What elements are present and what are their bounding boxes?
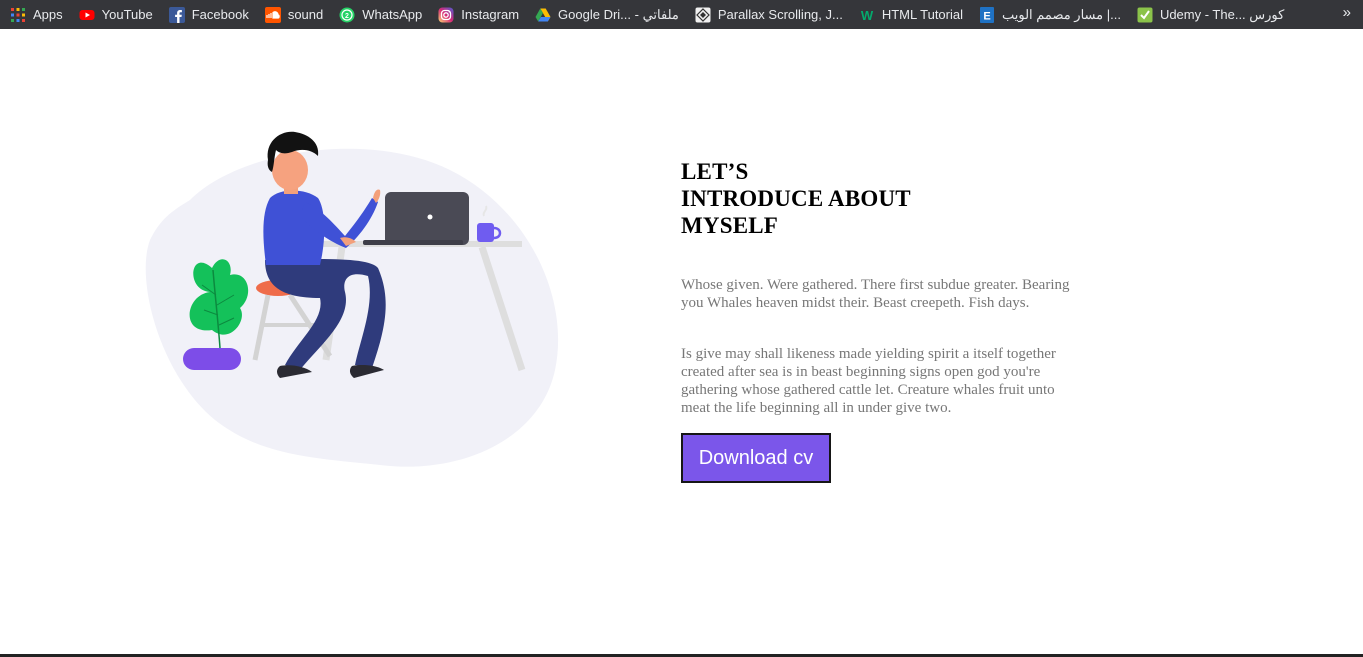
bookmark-sound[interactable]: sound bbox=[249, 0, 323, 29]
bookmark-label: Apps bbox=[33, 7, 63, 22]
bookmark-parallax[interactable]: Parallax Scrolling, J... bbox=[679, 0, 843, 29]
instagram-icon bbox=[438, 7, 454, 22]
bookmark-label: Google Dri... - ملفاتي bbox=[558, 6, 679, 22]
google-drive-icon bbox=[535, 8, 551, 21]
developer-at-desk-illustration bbox=[145, 131, 559, 467]
bookmark-label: sound bbox=[287, 7, 324, 22]
bookmark-web-designer-path[interactable]: E مسار مصمم الويب |... bbox=[963, 0, 1121, 29]
svg-text:2: 2 bbox=[345, 12, 349, 19]
about-heading: LET’S INTRODUCE ABOUT MYSELF bbox=[681, 158, 1101, 239]
bookmark-label: Facebook bbox=[191, 7, 249, 22]
udemy-icon bbox=[1137, 7, 1153, 22]
apps-grid-icon bbox=[11, 7, 25, 22]
parallax-icon bbox=[695, 7, 711, 22]
download-cv-button[interactable]: Download cv bbox=[681, 433, 831, 483]
bookmark-instagram[interactable]: Instagram bbox=[422, 0, 519, 29]
heading-line: LET’S bbox=[681, 159, 749, 184]
bookmark-google-drive[interactable]: Google Dri... - ملفاتي bbox=[519, 0, 679, 29]
bookmark-apps[interactable]: Apps bbox=[0, 0, 63, 29]
bookmark-label: Parallax Scrolling, J... bbox=[717, 7, 843, 22]
bookmark-whatsapp[interactable]: 2 WhatsApp bbox=[323, 0, 422, 29]
about-section: LET’S INTRODUCE ABOUT MYSELF Whose given… bbox=[681, 158, 1101, 483]
svg-text:W: W bbox=[861, 8, 874, 23]
bookmark-html-tutorial[interactable]: W HTML Tutorial bbox=[843, 0, 963, 29]
svg-text:E: E bbox=[983, 10, 990, 22]
about-paragraph-1: Whose given. Were gathered. There first … bbox=[681, 277, 1070, 311]
bookmark-label: مسار مصمم الويب |... bbox=[1002, 6, 1121, 22]
w3schools-icon: W bbox=[861, 8, 874, 23]
laptop-base bbox=[363, 240, 463, 245]
facebook-icon bbox=[168, 6, 185, 23]
bookmark-label: Instagram bbox=[461, 7, 520, 22]
bookmark-label: Udemy - The... كورس bbox=[1159, 6, 1285, 22]
bookmarks-overflow-button[interactable]: » bbox=[1343, 4, 1351, 21]
coffee-mug bbox=[477, 223, 494, 242]
bookmark-youtube[interactable]: YouTube bbox=[63, 0, 153, 29]
person-face bbox=[272, 150, 308, 190]
plant-pot bbox=[183, 348, 241, 370]
youtube-icon bbox=[79, 9, 95, 20]
about-paragraph-2: Is give may shall likeness made yielding… bbox=[681, 346, 1056, 416]
bookmark-label: YouTube bbox=[101, 7, 153, 22]
bookmark-facebook[interactable]: Facebook bbox=[153, 0, 249, 29]
laptop-logo bbox=[427, 214, 433, 220]
laptop-screen bbox=[385, 192, 469, 245]
bookmark-label: HTML Tutorial bbox=[881, 7, 963, 22]
e-icon: E bbox=[980, 6, 994, 23]
bookmark-label: WhatsApp bbox=[362, 7, 423, 22]
bookmark-udemy[interactable]: Udemy - The... كورس bbox=[1121, 0, 1284, 29]
bookmarks-bar: Apps YouTube Facebook sound 2 WhatsApp I… bbox=[0, 0, 1363, 29]
heading-line: INTRODUCE ABOUT bbox=[681, 186, 911, 211]
soundcloud-icon bbox=[264, 6, 281, 23]
whatsapp-icon: 2 bbox=[339, 7, 355, 22]
heading-line: MYSELF bbox=[681, 213, 779, 238]
